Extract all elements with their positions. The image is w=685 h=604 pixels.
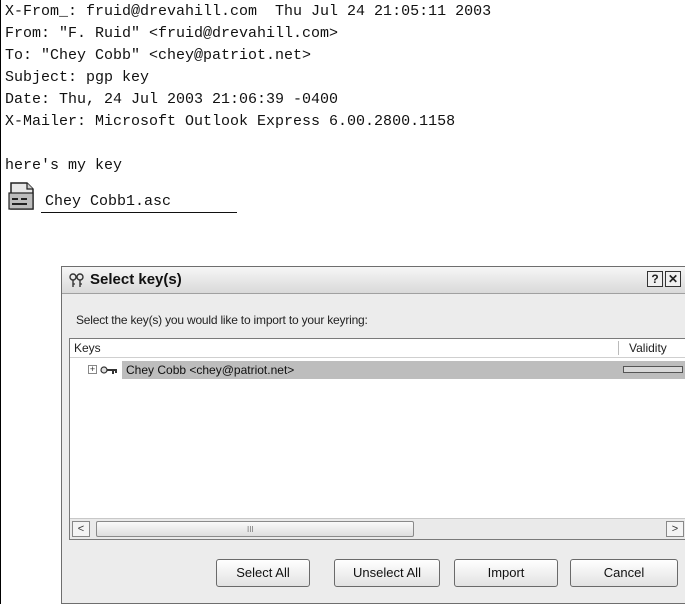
close-button[interactable]: ✕ xyxy=(665,271,681,287)
keys-list[interactable]: Keys Validity + Chey Cobb <chey@patriot.… xyxy=(69,338,685,540)
scroll-left-button[interactable]: < xyxy=(72,521,90,537)
keys-icon xyxy=(69,273,84,287)
select-keys-dialog: Select key(s) ? ✕ Select the key(s) you … xyxy=(61,266,685,604)
horizontal-scrollbar[interactable]: < III > xyxy=(70,518,685,539)
column-header-validity[interactable]: Validity xyxy=(629,341,667,355)
header-x-mailer: X-Mailer: Microsoft Outlook Express 6.00… xyxy=(5,113,456,130)
select-all-button[interactable]: Select All xyxy=(216,559,310,587)
attachment-underline xyxy=(41,212,237,213)
dialog-instruction: Select the key(s) you would like to impo… xyxy=(76,313,368,327)
attachment[interactable]: Chey Cobb1.asc xyxy=(7,179,237,217)
help-button[interactable]: ? xyxy=(647,271,663,287)
header-to: To: "Chey Cobb" <chey@patriot.net> xyxy=(5,47,312,64)
scroll-right-button[interactable]: > xyxy=(666,521,684,537)
expand-toggle[interactable]: + xyxy=(88,365,97,374)
cancel-button[interactable]: Cancel xyxy=(570,559,678,587)
scroll-grip: III xyxy=(247,525,254,534)
list-header: Keys Validity xyxy=(70,339,685,358)
attachment-filename[interactable]: Chey Cobb1.asc xyxy=(45,193,171,210)
header-from: From: "F. Ruid" <fruid@drevahill.com> xyxy=(5,25,339,42)
validity-bar xyxy=(623,366,683,373)
message-body: here's my key xyxy=(5,157,123,174)
header-subject: Subject: pgp key xyxy=(5,69,150,86)
email-message: X-From_: fruid@drevahill.com Thu Jul 24 … xyxy=(0,0,685,604)
list-item[interactable]: + Chey Cobb <chey@patriot.net> xyxy=(70,361,685,379)
header-x-from: X-From_: fruid@drevahill.com Thu Jul 24 … xyxy=(5,3,492,20)
header-date: Date: Thu, 24 Jul 2003 21:06:39 -0400 xyxy=(5,91,339,108)
column-header-keys[interactable]: Keys xyxy=(74,341,101,355)
scroll-thumb[interactable]: III xyxy=(96,521,414,537)
key-name[interactable]: Chey Cobb <chey@patriot.net> xyxy=(126,363,294,377)
dialog-titlebar[interactable]: Select key(s) ? ✕ xyxy=(62,267,685,294)
import-button[interactable]: Import xyxy=(454,559,558,587)
file-icon xyxy=(8,182,34,210)
key-icon xyxy=(100,366,117,374)
column-separator[interactable] xyxy=(618,341,619,355)
unselect-all-button[interactable]: Unselect All xyxy=(334,559,440,587)
dialog-title: Select key(s) xyxy=(90,271,182,288)
